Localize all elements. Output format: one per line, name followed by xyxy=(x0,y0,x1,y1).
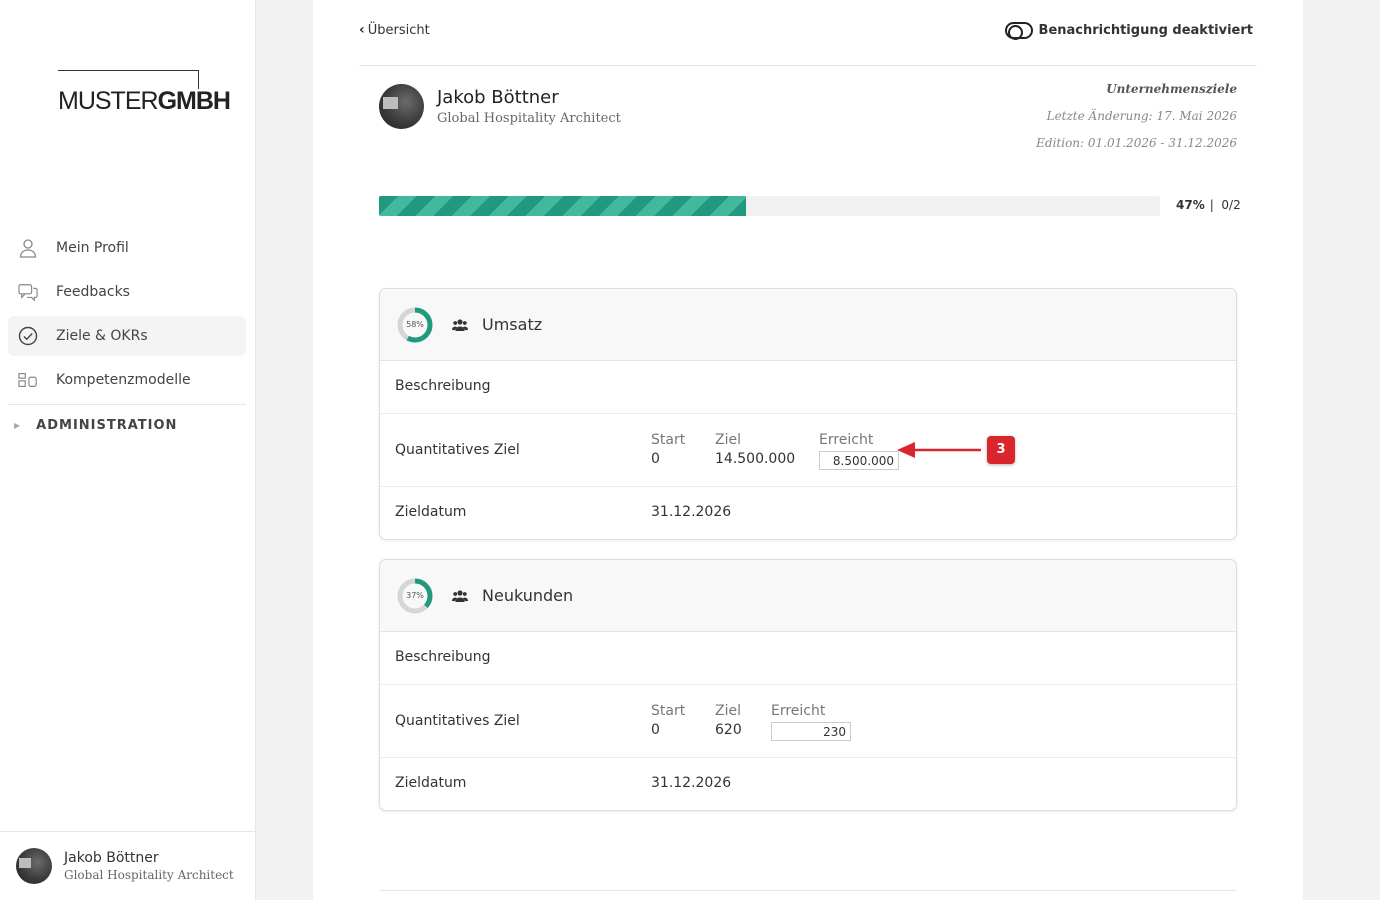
sidebar-user[interactable]: Jakob Böttner Global Hospitality Archite… xyxy=(0,831,255,900)
date-value: 31.12.2026 xyxy=(651,775,732,791)
goal-percent: 37% xyxy=(406,590,424,600)
caret-right-icon: ▶ xyxy=(14,420,22,430)
topbar: ‹ Übersicht Benachrichtigung deaktiviert xyxy=(359,0,1257,66)
goal-card-umsatz: 58% Umsatz Beschreibung Quantitatives Zi… xyxy=(379,288,1237,540)
sidebar-item-label: Kompetenzmodelle xyxy=(56,372,191,388)
goal-header[interactable]: 37% Neukunden xyxy=(380,560,1236,632)
goal-meta: Unternehmensziele Letzte Änderung: 17. M… xyxy=(1036,82,1237,163)
user-role: Global Hospitality Architect xyxy=(64,868,234,882)
achieved-column: Erreicht xyxy=(771,703,851,741)
sidebar-item-mein-profil[interactable]: Mein Profil xyxy=(8,228,246,268)
date-row: Zieldatum 31.12.2026 xyxy=(380,487,1236,539)
users-icon xyxy=(452,589,468,602)
user-icon xyxy=(19,239,37,258)
description-row[interactable]: Beschreibung xyxy=(380,632,1236,685)
target-value: 14.500.000 xyxy=(715,451,796,467)
sidebar-item-label: Ziele & OKRs xyxy=(56,328,148,344)
profile-role: Global Hospitality Architect xyxy=(437,111,621,126)
sidebar-item-label: Mein Profil xyxy=(56,240,129,256)
toggle-icon xyxy=(1004,22,1033,40)
start-label: Start xyxy=(651,703,686,719)
grid-icon xyxy=(18,373,37,387)
meta-edition: Edition: 01.01.2026 - 31.12.2026 xyxy=(1036,136,1237,150)
meta-last-change: Letzte Änderung: 17. Mai 2026 xyxy=(1046,109,1237,123)
admin-label: ADMINISTRATION xyxy=(36,417,178,433)
goal-title: Neukunden xyxy=(482,586,574,605)
date-row: Zieldatum 31.12.2026 xyxy=(380,758,1236,810)
quantitative-label: Quantitatives Ziel xyxy=(395,713,520,729)
avatar xyxy=(16,848,52,884)
notification-toggle[interactable]: Benachrichtigung deaktiviert xyxy=(1004,22,1253,40)
goal-header[interactable]: 58% Umsatz xyxy=(380,289,1236,361)
achieved-label: Erreicht xyxy=(819,432,874,448)
overall-progress-bar xyxy=(379,196,1160,216)
progress-fill xyxy=(379,196,747,216)
profile-name: Jakob Böttner xyxy=(437,87,559,108)
achieved-input[interactable] xyxy=(819,451,899,470)
quantitative-row: Quantitatives Ziel Start 0 Ziel 620 Erre… xyxy=(380,685,1236,758)
chat-icon xyxy=(18,284,38,302)
back-link[interactable]: ‹ Übersicht xyxy=(359,22,430,38)
achieved-label: Erreicht xyxy=(771,703,826,719)
sidebar-item-ziele-okrs[interactable]: Ziele & OKRs xyxy=(8,316,246,356)
progress-label: 47% | 0/2 xyxy=(1176,198,1241,212)
target-column: Ziel 14.500.000 xyxy=(715,432,795,467)
date-label: Zieldatum xyxy=(395,775,467,791)
goal-donut: 58% xyxy=(396,306,434,344)
sidebar-item-kompetenzmodelle[interactable]: Kompetenzmodelle xyxy=(8,360,246,400)
chevron-left-icon: ‹ xyxy=(359,22,365,38)
start-label: Start xyxy=(651,432,686,448)
achieved-column: Erreicht xyxy=(819,432,899,470)
goal-card-neukunden: 37% Neukunden Beschreibung Quantitatives… xyxy=(379,559,1237,811)
sidebar-nav: Mein Profil Feedbacks Ziele & OKRs Kompe… xyxy=(8,228,246,445)
sidebar: MUSTERGMBH Mein Profil Feedbacks Ziele &… xyxy=(0,0,256,900)
target-column: Ziel 620 xyxy=(715,703,742,738)
progress-percent: 47% xyxy=(1176,198,1205,212)
users-icon xyxy=(452,318,468,331)
start-value: 0 xyxy=(651,451,660,467)
callout-badge: 3 xyxy=(987,436,1015,464)
profile-header: Jakob Böttner Global Hospitality Archite… xyxy=(379,84,621,129)
meta-title: Unternehmensziele xyxy=(1106,82,1237,96)
logo-part1: MUSTER xyxy=(58,87,159,115)
main-panel: ‹ Übersicht Benachrichtigung deaktiviert… xyxy=(313,0,1303,900)
achieved-input[interactable] xyxy=(771,722,851,741)
description-row[interactable]: Beschreibung xyxy=(380,361,1236,414)
check-circle-icon xyxy=(18,326,38,346)
avatar xyxy=(379,84,424,129)
start-value: 0 xyxy=(651,722,660,738)
description-label: Beschreibung xyxy=(395,649,491,665)
description-label: Beschreibung xyxy=(395,378,491,394)
company-logo[interactable]: MUSTERGMBH xyxy=(58,70,232,115)
target-label: Ziel xyxy=(715,432,741,448)
sidebar-item-feedbacks[interactable]: Feedbacks xyxy=(8,272,246,312)
quantitative-label: Quantitatives Ziel xyxy=(395,442,520,458)
progress-separator: | xyxy=(1209,198,1214,212)
start-column: Start 0 xyxy=(651,432,685,467)
callout-arrow-icon xyxy=(897,442,981,458)
sidebar-item-label: Feedbacks xyxy=(56,284,130,300)
goal-title: Umsatz xyxy=(482,315,543,334)
sidebar-item-administration[interactable]: ▶ ADMINISTRATION xyxy=(8,405,246,445)
target-value: 620 xyxy=(715,722,742,738)
date-label: Zieldatum xyxy=(395,504,467,520)
back-label: Übersicht xyxy=(367,22,430,38)
progress-count: 0/2 xyxy=(1221,198,1241,212)
user-name: Jakob Böttner xyxy=(64,850,159,866)
target-label: Ziel xyxy=(715,703,741,719)
notification-label: Benachrichtigung deaktiviert xyxy=(1038,23,1253,38)
bottom-divider xyxy=(379,890,1237,891)
goal-percent: 58% xyxy=(406,319,424,329)
start-column: Start 0 xyxy=(651,703,685,738)
quantitative-row: Quantitatives Ziel Start 0 Ziel 14.500.0… xyxy=(380,414,1236,487)
goal-donut: 37% xyxy=(396,577,434,615)
logo-part2: GMBH xyxy=(157,87,231,115)
date-value: 31.12.2026 xyxy=(651,504,732,520)
